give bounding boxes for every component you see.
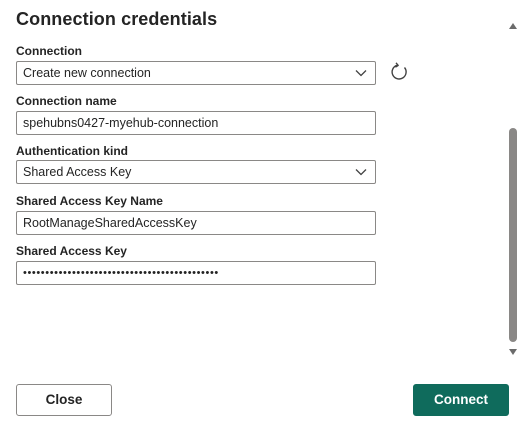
auth-kind-select-value: Shared Access Key	[23, 165, 132, 179]
dialog-title: Connection credentials	[16, 9, 218, 29]
connection-credentials-dialog: Connection credentials Connection Create…	[0, 0, 531, 431]
sas-key-name-input[interactable]: RootManageSharedAccessKey	[16, 211, 376, 235]
connect-button[interactable]: Connect	[413, 384, 509, 416]
connection-label: Connection	[16, 44, 82, 58]
sas-key-label: Shared Access Key	[16, 244, 127, 258]
chevron-down-icon	[355, 169, 367, 176]
auth-kind-select[interactable]: Shared Access Key	[16, 160, 376, 184]
connection-name-label: Connection name	[16, 94, 117, 108]
refresh-icon[interactable]	[388, 61, 410, 83]
connection-select-value: Create new connection	[23, 66, 151, 80]
close-button[interactable]: Close	[16, 384, 112, 416]
scrollbar[interactable]	[507, 18, 519, 364]
auth-kind-label: Authentication kind	[16, 144, 128, 158]
chevron-down-icon	[355, 70, 367, 77]
sas-key-name-label: Shared Access Key Name	[16, 194, 163, 208]
sas-key-input[interactable]: ••••••••••••••••••••••••••••••••••••••••…	[16, 261, 376, 285]
scrollbar-thumb[interactable]	[509, 128, 517, 342]
connection-name-input[interactable]: spehubns0427-myehub-connection	[16, 111, 376, 135]
scroll-down-arrow-icon[interactable]	[509, 348, 517, 356]
connection-select[interactable]: Create new connection	[16, 61, 376, 85]
scroll-up-arrow-icon[interactable]	[509, 22, 517, 30]
